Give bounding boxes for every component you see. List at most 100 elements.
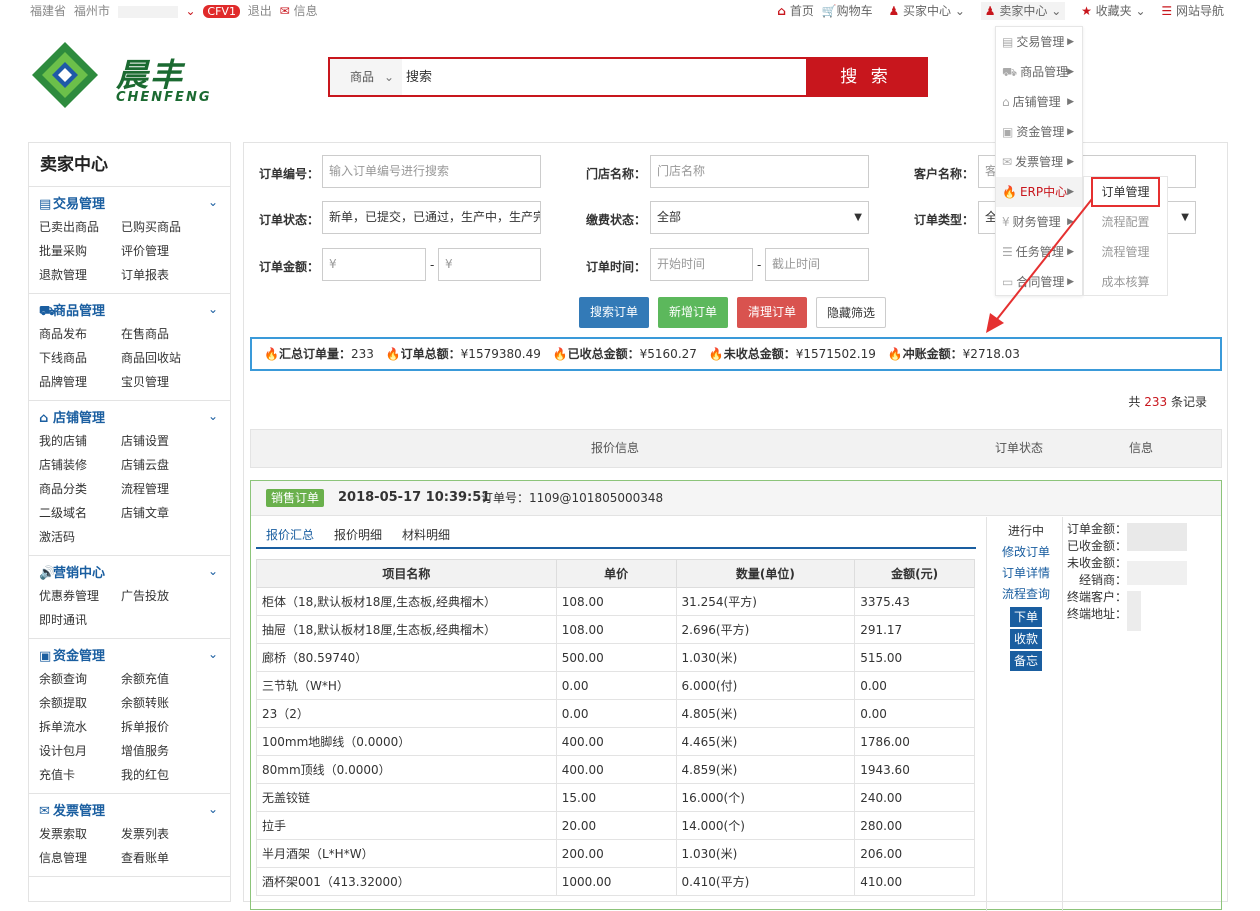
- sidebar-section-title[interactable]: ⛟商品管理: [39, 302, 230, 322]
- message-link[interactable]: 信息: [294, 4, 318, 18]
- sidebar-item[interactable]: 拆单流水: [39, 717, 121, 737]
- dropdown-item[interactable]: ▤ 交易管理 ▶: [996, 27, 1082, 57]
- chevron-down-icon[interactable]: ⌄: [208, 802, 218, 816]
- sidebar-item[interactable]: 评价管理: [121, 241, 203, 261]
- search-button[interactable]: 搜 索: [806, 59, 926, 95]
- buyer-center-link[interactable]: ♟ 买家中心 ⌄: [888, 4, 964, 18]
- place-order-button[interactable]: 下单: [1010, 607, 1042, 627]
- sidebar-item[interactable]: 批量采购: [39, 241, 121, 261]
- tab-quote-detail[interactable]: 报价明细: [334, 526, 382, 543]
- dropdown-item[interactable]: ✉ 发票管理 ▶: [996, 147, 1082, 177]
- sidebar-item[interactable]: 查看账单: [121, 848, 203, 868]
- sidebar-item[interactable]: 余额查询: [39, 669, 121, 689]
- sidebar-item[interactable]: 店铺云盘: [121, 455, 203, 475]
- chevron-down-icon[interactable]: ⌄: [208, 302, 218, 316]
- order-detail-link[interactable]: 订单详情: [991, 563, 1061, 584]
- chevron-down-icon[interactable]: ⌄: [208, 409, 218, 423]
- favorites-link[interactable]: ★ 收藏夹 ⌄: [1081, 4, 1145, 18]
- sidebar-item[interactable]: 即时通讯: [39, 610, 121, 630]
- store-input[interactable]: 门店名称: [650, 155, 869, 188]
- sidebar-item[interactable]: 拆单报价: [121, 717, 203, 737]
- sidebar-item[interactable]: 店铺文章: [121, 503, 203, 523]
- sidebar-item[interactable]: 二级域名: [39, 503, 121, 523]
- cart-link[interactable]: 🛒购物车: [822, 4, 873, 18]
- sidebar-item[interactable]: 流程管理: [121, 479, 203, 499]
- dropdown-item[interactable]: ▣ 资金管理 ▶: [996, 117, 1082, 147]
- tab-material-detail[interactable]: 材料明细: [402, 526, 450, 543]
- seller-center-link[interactable]: ♟ 卖家中心 ⌄: [980, 2, 1066, 20]
- amount-min-input[interactable]: ¥: [322, 248, 426, 281]
- dropdown-item[interactable]: ¥ 财务管理 ▶: [996, 207, 1082, 237]
- sidebar-item[interactable]: 店铺设置: [121, 431, 203, 451]
- sidebar-item[interactable]: 已卖出商品: [39, 217, 121, 237]
- sidebar-item[interactable]: 激活码: [39, 527, 121, 547]
- sidebar-item[interactable]: 余额提取: [39, 693, 121, 713]
- sidebar-item[interactable]: 广告投放: [121, 586, 203, 606]
- chevron-down-icon[interactable]: ⌄: [208, 564, 218, 578]
- sidebar-item[interactable]: 已购买商品: [121, 217, 203, 237]
- time-end-input[interactable]: 截止时间: [765, 248, 869, 281]
- chevron-down-icon[interactable]: ⌄: [186, 4, 196, 18]
- sidebar-item[interactable]: 商品发布: [39, 324, 121, 344]
- sidebar-item[interactable]: 余额转账: [121, 693, 203, 713]
- edit-order-link[interactable]: 修改订单: [991, 542, 1061, 563]
- dropdown-item[interactable]: ⛟ 商品管理 ▶: [996, 57, 1082, 87]
- search-input[interactable]: [402, 59, 807, 95]
- sidebar-item[interactable]: 增值服务: [121, 741, 203, 761]
- status-select[interactable]: 新单，已提交，已通过，生产中，生产完成: [322, 201, 541, 234]
- sidebar-item[interactable]: 在售商品: [121, 324, 203, 344]
- new-order-button[interactable]: 新增订单: [658, 297, 728, 328]
- flow-query-link[interactable]: 流程查询: [991, 584, 1061, 605]
- chevron-down-icon[interactable]: ⌄: [208, 647, 218, 661]
- sidebar-section-title[interactable]: ⌂ 店铺管理: [39, 409, 230, 429]
- sidebar-item[interactable]: 发票列表: [121, 824, 203, 844]
- home-link[interactable]: ⌂ 首页: [777, 4, 813, 18]
- dropdown-item[interactable]: 🔥 ERP中心 ▶: [996, 177, 1082, 207]
- city-label[interactable]: 福州市: [74, 4, 110, 18]
- dropdown-item[interactable]: ⌂ 店铺管理 ▶: [996, 87, 1082, 117]
- submenu-item[interactable]: 流程管理: [1084, 237, 1167, 267]
- submenu-item[interactable]: 流程配置: [1084, 207, 1167, 237]
- chevron-down-icon[interactable]: ⌄: [208, 195, 218, 209]
- submenu-item[interactable]: 订单管理: [1091, 177, 1160, 207]
- sidebar-item[interactable]: 充值卡: [39, 765, 121, 785]
- payment-select[interactable]: 全部 ▼: [650, 201, 869, 234]
- tab-quote-summary[interactable]: 报价汇总: [266, 526, 314, 543]
- sidebar-section-title[interactable]: ▤ 交易管理: [39, 195, 230, 215]
- sidebar-item[interactable]: 退款管理: [39, 265, 121, 285]
- order-no-input[interactable]: 输入订单编号进行搜索: [322, 155, 541, 188]
- collect-payment-button[interactable]: 收款: [1010, 629, 1042, 649]
- dropdown-item[interactable]: ▭ 合同管理 ▶: [996, 267, 1082, 297]
- sidebar-item[interactable]: 店铺装修: [39, 455, 121, 475]
- dropdown-item[interactable]: ☰ 任务管理 ▶: [996, 237, 1082, 267]
- site-logo[interactable]: 晨丰 CHENFENG: [30, 40, 230, 110]
- sidebar-item[interactable]: 余额充值: [121, 669, 203, 689]
- sidebar-section-title[interactable]: ▣ 资金管理: [39, 647, 230, 667]
- sidebar-item[interactable]: 信息管理: [39, 848, 121, 868]
- logout-link[interactable]: 退出: [248, 4, 272, 18]
- time-start-input[interactable]: 开始时间: [650, 248, 753, 281]
- hide-filter-button[interactable]: 隐藏筛选: [816, 297, 886, 328]
- sidebar-section-title[interactable]: ✉ 发票管理: [39, 802, 230, 822]
- memo-button[interactable]: 备忘: [1010, 651, 1042, 671]
- search-category-select[interactable]: 商品 ⌄: [330, 59, 402, 95]
- province-label[interactable]: 福建省: [30, 4, 66, 18]
- sidebar-item[interactable]: 品牌管理: [39, 372, 121, 392]
- sidebar-item[interactable]: 我的店铺: [39, 431, 121, 451]
- sidebar-item[interactable]: 商品分类: [39, 479, 121, 499]
- sidebar-item[interactable]: 订单报表: [121, 265, 203, 285]
- amount-max-input[interactable]: ¥: [438, 248, 541, 281]
- submenu-item[interactable]: 成本核算: [1084, 267, 1167, 297]
- site-nav-link[interactable]: ☰ 网站导航: [1161, 4, 1224, 18]
- sidebar-item[interactable]: 优惠券管理: [39, 586, 121, 606]
- sidebar-item[interactable]: 宝贝管理: [121, 372, 203, 392]
- sidebar-item[interactable]: 发票索取: [39, 824, 121, 844]
- sidebar-section-title[interactable]: 🔊营销中心: [39, 564, 230, 584]
- sidebar-item[interactable]: 下线商品: [39, 348, 121, 368]
- sidebar-item[interactable]: 我的红包: [121, 765, 203, 785]
- sidebar-item[interactable]: 商品回收站: [121, 348, 203, 368]
- search-orders-button[interactable]: 搜索订单: [579, 297, 649, 328]
- clear-orders-button[interactable]: 清理订单: [737, 297, 807, 328]
- table-cell: 240.00: [854, 783, 975, 812]
- sidebar-item[interactable]: 设计包月: [39, 741, 121, 761]
